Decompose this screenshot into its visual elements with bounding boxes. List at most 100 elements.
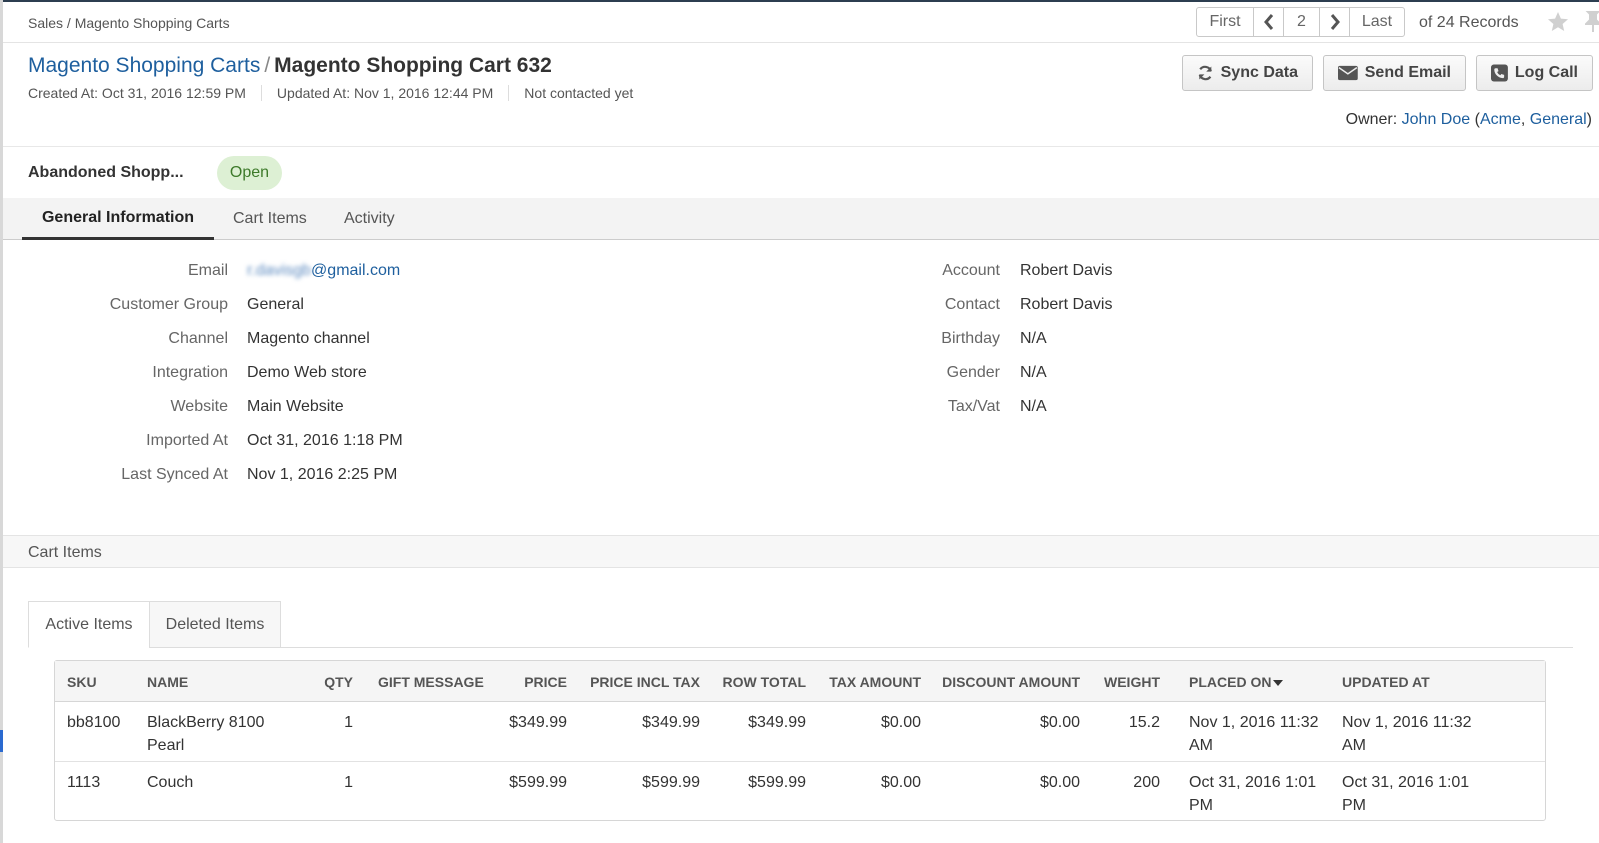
left-edge (0, 0, 3, 843)
col-weight[interactable]: WEIGHT (1090, 674, 1160, 690)
col-qty[interactable]: QTY (295, 674, 353, 690)
col-row-total[interactable]: ROW TOTAL (710, 674, 806, 690)
tab-cart-items[interactable]: Cart Items (233, 198, 307, 240)
col-placed-on-label: PLACED ON (1189, 674, 1272, 690)
cell-sku: 1113 (67, 774, 101, 791)
cell-tax-amount: $0.00 (880, 774, 921, 791)
website-label: Website (170, 398, 228, 415)
owner-info: Owner: John Doe (Acme, General) (1346, 111, 1592, 129)
col-placed-on[interactable]: PLACED ON (1189, 674, 1339, 690)
owner-link[interactable]: John Doe (1402, 111, 1471, 128)
cell-weight: 200 (1133, 774, 1160, 791)
cell-weight: 15.2 (1128, 714, 1160, 731)
cell-price-incl-tax: $599.99 (642, 774, 700, 791)
contact-label: Contact (944, 296, 1000, 313)
record-tabs: General Information Cart Items Activity (3, 198, 1599, 240)
last-synced-label: Last Synced At (121, 466, 228, 483)
log-call-button[interactable]: Log Call (1476, 55, 1593, 91)
records-count: of 24 Records (1419, 14, 1519, 31)
tab-deleted-items[interactable]: Deleted Items (149, 601, 281, 648)
envelope-icon (1338, 65, 1358, 81)
log-call-label: Log Call (1514, 64, 1578, 81)
business-unit-general-link[interactable]: General (1530, 111, 1587, 128)
taxvat-value: N/A (1020, 398, 1047, 415)
col-name[interactable]: NAME (147, 674, 287, 690)
owner-comma: , (1520, 111, 1526, 128)
cell-discount-amount: $0.00 (1039, 774, 1080, 791)
cell-discount-amount: $0.00 (1039, 714, 1080, 731)
account-link[interactable]: Robert Davis (1020, 262, 1112, 280)
col-tax-amount[interactable]: TAX AMOUNT (815, 674, 921, 690)
contacted-status: Not contacted yet (524, 85, 634, 101)
gender-value: N/A (1020, 364, 1047, 381)
cart-items-section-title: Cart Items (28, 544, 102, 561)
cell-price: $349.99 (509, 714, 567, 731)
col-price-incl-tax[interactable]: PRICE INCL TAX (575, 674, 700, 690)
star-icon[interactable] (1546, 10, 1570, 34)
birthday-value: N/A (1020, 330, 1047, 347)
integration-value: Demo Web store (247, 364, 367, 381)
title-parent-link[interactable]: Magento Shopping Carts (28, 54, 260, 77)
email-local-part[interactable]: r.davisgb (247, 262, 311, 279)
cell-qty: 1 (344, 714, 353, 731)
account-label: Account (942, 262, 1000, 279)
table-row[interactable]: 1113 Couch 1 $599.99 $599.99 $599.99 $0.… (55, 762, 1545, 822)
tab-activity[interactable]: Activity (344, 198, 395, 240)
created-at: Created At: Oct 31, 2016 12:59 PM (28, 85, 262, 101)
breadcrumb[interactable]: Sales / Magento Shopping Carts (28, 15, 230, 31)
title-separator: / (264, 54, 271, 77)
birthday-label: Birthday (941, 330, 1000, 347)
col-price[interactable]: PRICE (485, 674, 567, 690)
cell-row-total: $349.99 (748, 714, 806, 731)
pager-next-button[interactable] (1320, 8, 1350, 36)
pager-first-button[interactable]: First (1197, 8, 1254, 36)
breadcrumb-bar: Sales / Magento Shopping Carts First 2 L… (3, 2, 1599, 43)
cell-placed-on: Oct 31, 2016 1:01 PM (1189, 774, 1317, 814)
contact-link[interactable]: Robert Davis (1020, 296, 1112, 314)
left-edge-marker (0, 730, 3, 752)
tab-general-information[interactable]: General Information (22, 198, 214, 240)
col-updated-at[interactable]: UPDATED AT (1342, 674, 1492, 690)
record-pager: First 2 Last (1196, 7, 1405, 37)
title-current: Magento Shopping Cart 632 (274, 54, 552, 77)
sync-data-button[interactable]: Sync Data (1182, 55, 1313, 91)
pager-prev-button[interactable] (1254, 8, 1284, 36)
col-discount-amount[interactable]: DISCOUNT AMOUNT (933, 674, 1080, 690)
customer-group-label: Customer Group (109, 296, 228, 313)
chevron-right-icon (1330, 14, 1340, 30)
page-title: Magento Shopping Carts / Magento Shopping … (28, 54, 552, 78)
channel-link[interactable]: Magento channel (247, 330, 370, 348)
imported-at-value: Oct 31, 2016 1:18 PM (247, 432, 403, 449)
phone-icon (1491, 64, 1508, 82)
grid-header: SKU NAME QTY GIFT MESSAGE PRICE PRICE IN… (55, 661, 1545, 702)
cart-status-name: Abandoned Shopp... (28, 164, 184, 181)
status-badge: Open (217, 156, 282, 190)
send-email-label: Send Email (1364, 64, 1451, 81)
business-unit-acme-link[interactable]: Acme (1480, 111, 1521, 128)
record-meta: Created At: Oct 31, 2016 12:59 PM Update… (28, 85, 663, 101)
send-email-button[interactable]: Send Email (1323, 55, 1466, 91)
col-gift-message[interactable]: GIFT MESSAGE (378, 674, 484, 690)
cell-name: Couch (147, 774, 194, 791)
table-row[interactable]: bb8100 BlackBerry 8100 Pearl 1 $349.99 $… (55, 702, 1545, 762)
cell-price: $599.99 (509, 774, 567, 791)
pager-current-page: 2 (1284, 8, 1320, 36)
cell-sku: bb8100 (67, 714, 121, 731)
email-domain[interactable]: @gmail.com (311, 262, 400, 279)
email-value[interactable]: r.davisgb@gmail.com (247, 262, 400, 280)
tab-active-items[interactable]: Active Items (28, 601, 150, 648)
col-sku[interactable]: SKU (67, 674, 97, 690)
integration-label: Integration (152, 364, 228, 381)
pager-last-button[interactable]: Last (1350, 8, 1404, 36)
owner-close-paren: ) (1586, 111, 1592, 128)
cell-placed-on: Nov 1, 2016 11:32 AM (1189, 714, 1319, 754)
channel-label: Channel (168, 330, 228, 347)
cart-items-grid: SKU NAME QTY GIFT MESSAGE PRICE PRICE IN… (54, 660, 1546, 821)
sync-data-label: Sync Data (1220, 64, 1298, 81)
gender-label: Gender (946, 364, 1000, 381)
cell-price-incl-tax: $349.99 (642, 714, 700, 731)
cell-tax-amount: $0.00 (880, 714, 921, 731)
imported-at-label: Imported At (146, 432, 228, 449)
status-row: Abandoned Shopp... Open (3, 146, 1599, 198)
pin-icon[interactable] (1585, 10, 1599, 34)
